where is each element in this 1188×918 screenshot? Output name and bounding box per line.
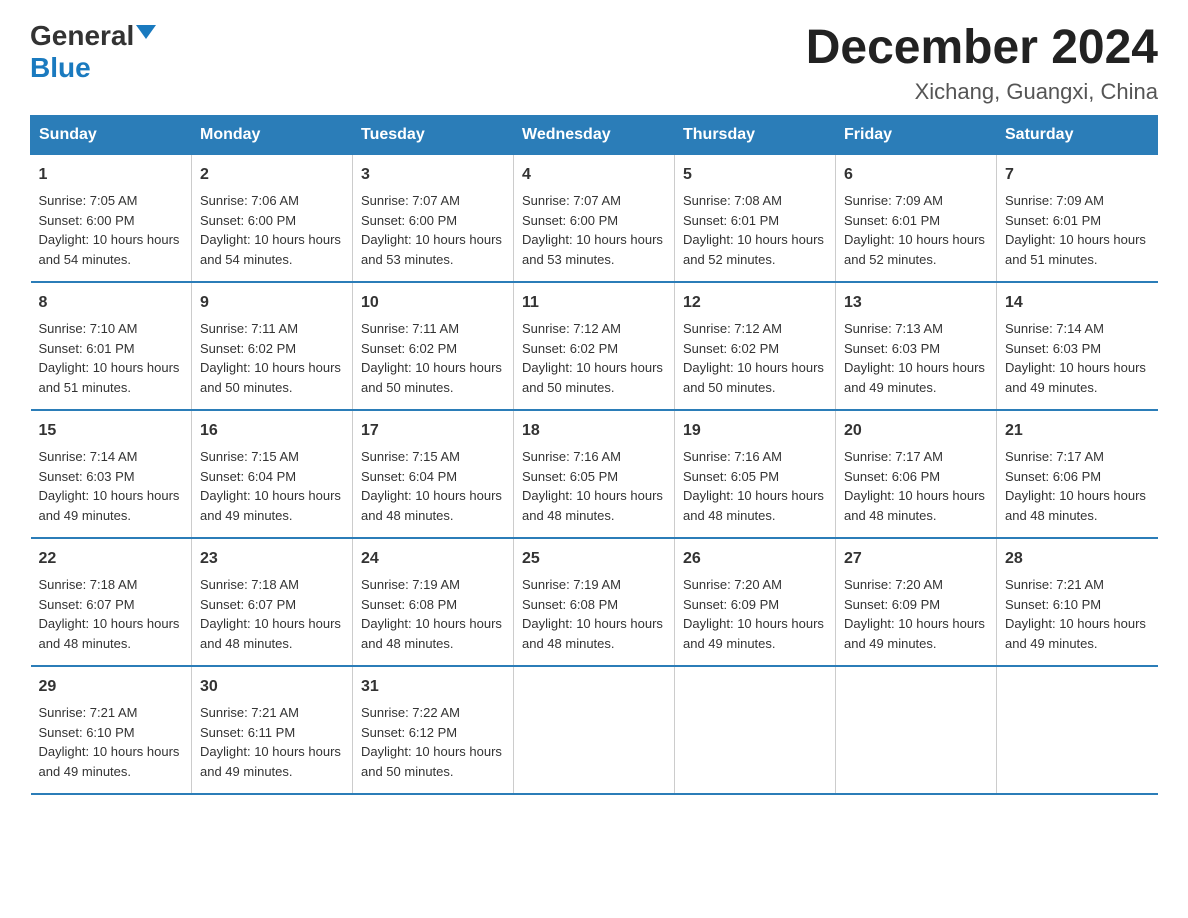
calendar-week-row: 8Sunrise: 7:10 AMSunset: 6:01 PMDaylight… xyxy=(31,282,1158,410)
day-number: 20 xyxy=(844,419,988,443)
day-number: 31 xyxy=(361,675,505,699)
calendar-cell: 12Sunrise: 7:12 AMSunset: 6:02 PMDayligh… xyxy=(675,282,836,410)
day-number: 9 xyxy=(200,291,344,315)
calendar-cell: 5Sunrise: 7:08 AMSunset: 6:01 PMDaylight… xyxy=(675,155,836,283)
day-number: 16 xyxy=(200,419,344,443)
calendar-header-row: SundayMondayTuesdayWednesdayThursdayFrid… xyxy=(31,116,1158,155)
col-header-monday: Monday xyxy=(192,116,353,155)
day-number: 17 xyxy=(361,419,505,443)
calendar-week-row: 22Sunrise: 7:18 AMSunset: 6:07 PMDayligh… xyxy=(31,538,1158,666)
calendar-cell: 17Sunrise: 7:15 AMSunset: 6:04 PMDayligh… xyxy=(353,410,514,538)
col-header-friday: Friday xyxy=(836,116,997,155)
day-number: 7 xyxy=(1005,163,1150,187)
day-number: 25 xyxy=(522,547,666,571)
calendar-cell: 28Sunrise: 7:21 AMSunset: 6:10 PMDayligh… xyxy=(997,538,1158,666)
day-number: 15 xyxy=(39,419,184,443)
day-number: 13 xyxy=(844,291,988,315)
calendar-cell xyxy=(836,666,997,794)
day-number: 1 xyxy=(39,163,184,187)
day-number: 14 xyxy=(1005,291,1150,315)
day-number: 3 xyxy=(361,163,505,187)
calendar-cell: 10Sunrise: 7:11 AMSunset: 6:02 PMDayligh… xyxy=(353,282,514,410)
calendar-cell: 24Sunrise: 7:19 AMSunset: 6:08 PMDayligh… xyxy=(353,538,514,666)
calendar-cell xyxy=(997,666,1158,794)
calendar-cell: 23Sunrise: 7:18 AMSunset: 6:07 PMDayligh… xyxy=(192,538,353,666)
calendar-cell: 15Sunrise: 7:14 AMSunset: 6:03 PMDayligh… xyxy=(31,410,192,538)
calendar-cell: 13Sunrise: 7:13 AMSunset: 6:03 PMDayligh… xyxy=(836,282,997,410)
calendar-cell: 20Sunrise: 7:17 AMSunset: 6:06 PMDayligh… xyxy=(836,410,997,538)
page-header: General Blue December 2024 Xichang, Guan… xyxy=(30,20,1158,105)
col-header-saturday: Saturday xyxy=(997,116,1158,155)
day-number: 5 xyxy=(683,163,827,187)
calendar-cell: 6Sunrise: 7:09 AMSunset: 6:01 PMDaylight… xyxy=(836,155,997,283)
day-number: 18 xyxy=(522,419,666,443)
calendar-cell: 21Sunrise: 7:17 AMSunset: 6:06 PMDayligh… xyxy=(997,410,1158,538)
calendar-table: SundayMondayTuesdayWednesdayThursdayFrid… xyxy=(30,115,1158,795)
calendar-cell: 16Sunrise: 7:15 AMSunset: 6:04 PMDayligh… xyxy=(192,410,353,538)
title-block: December 2024 Xichang, Guangxi, China xyxy=(806,20,1158,105)
logo-triangle-icon xyxy=(136,25,156,39)
logo-blue-text: Blue xyxy=(30,52,91,84)
calendar-cell: 14Sunrise: 7:14 AMSunset: 6:03 PMDayligh… xyxy=(997,282,1158,410)
calendar-cell: 2Sunrise: 7:06 AMSunset: 6:00 PMDaylight… xyxy=(192,155,353,283)
calendar-cell: 18Sunrise: 7:16 AMSunset: 6:05 PMDayligh… xyxy=(514,410,675,538)
day-number: 19 xyxy=(683,419,827,443)
day-number: 27 xyxy=(844,547,988,571)
calendar-cell xyxy=(675,666,836,794)
calendar-cell: 19Sunrise: 7:16 AMSunset: 6:05 PMDayligh… xyxy=(675,410,836,538)
calendar-cell: 8Sunrise: 7:10 AMSunset: 6:01 PMDaylight… xyxy=(31,282,192,410)
calendar-cell: 25Sunrise: 7:19 AMSunset: 6:08 PMDayligh… xyxy=(514,538,675,666)
calendar-cell: 29Sunrise: 7:21 AMSunset: 6:10 PMDayligh… xyxy=(31,666,192,794)
calendar-cell: 30Sunrise: 7:21 AMSunset: 6:11 PMDayligh… xyxy=(192,666,353,794)
calendar-cell: 7Sunrise: 7:09 AMSunset: 6:01 PMDaylight… xyxy=(997,155,1158,283)
month-year-title: December 2024 xyxy=(806,20,1158,75)
day-number: 8 xyxy=(39,291,184,315)
calendar-cell: 26Sunrise: 7:20 AMSunset: 6:09 PMDayligh… xyxy=(675,538,836,666)
day-number: 28 xyxy=(1005,547,1150,571)
col-header-thursday: Thursday xyxy=(675,116,836,155)
day-number: 21 xyxy=(1005,419,1150,443)
logo: General Blue xyxy=(30,20,156,84)
day-number: 30 xyxy=(200,675,344,699)
day-number: 4 xyxy=(522,163,666,187)
day-number: 22 xyxy=(39,547,184,571)
day-number: 6 xyxy=(844,163,988,187)
col-header-wednesday: Wednesday xyxy=(514,116,675,155)
calendar-week-row: 29Sunrise: 7:21 AMSunset: 6:10 PMDayligh… xyxy=(31,666,1158,794)
calendar-cell: 31Sunrise: 7:22 AMSunset: 6:12 PMDayligh… xyxy=(353,666,514,794)
calendar-week-row: 15Sunrise: 7:14 AMSunset: 6:03 PMDayligh… xyxy=(31,410,1158,538)
location-subtitle: Xichang, Guangxi, China xyxy=(806,79,1158,105)
day-number: 29 xyxy=(39,675,184,699)
day-number: 23 xyxy=(200,547,344,571)
calendar-cell: 1Sunrise: 7:05 AMSunset: 6:00 PMDaylight… xyxy=(31,155,192,283)
calendar-cell: 3Sunrise: 7:07 AMSunset: 6:00 PMDaylight… xyxy=(353,155,514,283)
col-header-tuesday: Tuesday xyxy=(353,116,514,155)
calendar-week-row: 1Sunrise: 7:05 AMSunset: 6:00 PMDaylight… xyxy=(31,155,1158,283)
day-number: 12 xyxy=(683,291,827,315)
calendar-cell: 22Sunrise: 7:18 AMSunset: 6:07 PMDayligh… xyxy=(31,538,192,666)
day-number: 24 xyxy=(361,547,505,571)
day-number: 26 xyxy=(683,547,827,571)
calendar-cell xyxy=(514,666,675,794)
logo-general-text: General xyxy=(30,20,134,52)
day-number: 2 xyxy=(200,163,344,187)
calendar-cell: 11Sunrise: 7:12 AMSunset: 6:02 PMDayligh… xyxy=(514,282,675,410)
calendar-cell: 4Sunrise: 7:07 AMSunset: 6:00 PMDaylight… xyxy=(514,155,675,283)
calendar-cell: 27Sunrise: 7:20 AMSunset: 6:09 PMDayligh… xyxy=(836,538,997,666)
col-header-sunday: Sunday xyxy=(31,116,192,155)
calendar-cell: 9Sunrise: 7:11 AMSunset: 6:02 PMDaylight… xyxy=(192,282,353,410)
day-number: 11 xyxy=(522,291,666,315)
day-number: 10 xyxy=(361,291,505,315)
